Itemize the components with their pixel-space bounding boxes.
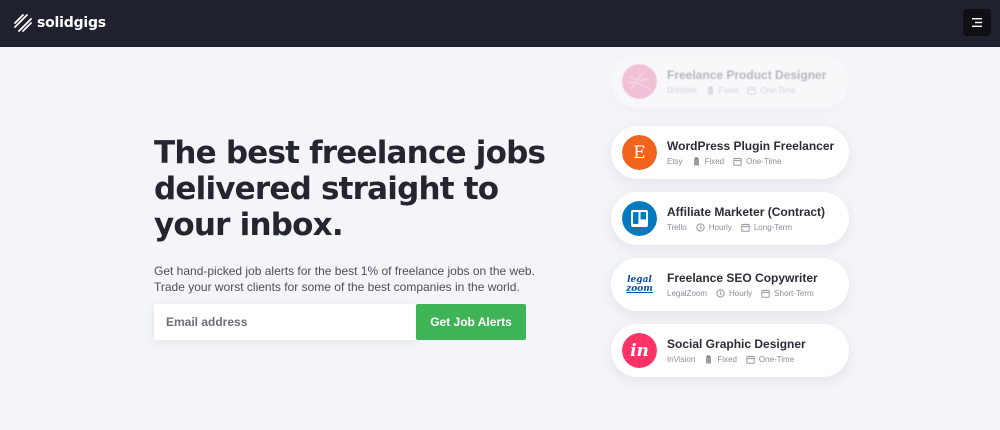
job-meta: InVision Fixed One-Time — [667, 355, 803, 364]
job-title: Affiliate Marketer (Contract) — [667, 205, 826, 219]
invision-logo-text: in — [622, 333, 657, 368]
job-company: Trello — [667, 223, 687, 232]
clock-icon — [716, 289, 725, 298]
brand-name: solidgigs — [37, 15, 106, 31]
job-duration: One-Time — [747, 86, 796, 95]
calendar-icon — [747, 86, 757, 95]
job-card-trello[interactable]: Affiliate Marketer (Contract) Trello Hourl… — [611, 192, 849, 245]
job-duration-label: One-Time — [760, 86, 796, 95]
calendar-icon — [761, 289, 770, 298]
legalzoom-logo-icon: legal zoom — [622, 267, 657, 302]
job-title: Social Graphic Designer — [667, 337, 806, 351]
job-duration-label: One-Time — [758, 355, 795, 364]
job-pay-label: Fixed — [717, 355, 737, 364]
job-card-invision[interactable]: in Social Graphic Designer InVision Fixed On… — [611, 324, 849, 377]
solidgigs-logo-icon — [14, 14, 32, 32]
calendar-icon — [741, 223, 750, 232]
job-title: Freelance Product Designer — [667, 68, 827, 82]
job-duration-label: Short-Term — [774, 289, 814, 298]
job-company: LegalZoom — [667, 289, 707, 298]
job-pay-label: Fixed — [704, 157, 725, 166]
job-company-label: Dribbble — [667, 86, 697, 95]
clock-icon — [696, 223, 705, 232]
job-duration: Short-Term — [761, 289, 814, 298]
job-meta: Trello Hourly Long-Term — [667, 223, 801, 232]
job-pay-type: Fixed — [704, 355, 737, 364]
job-pay-label: Fixed — [718, 86, 739, 95]
clipboard-icon — [707, 86, 713, 95]
job-company-label: InVision — [667, 355, 696, 364]
legalzoom-logo-text: legal zoom — [622, 267, 657, 302]
job-pay-label: Hourly — [729, 289, 753, 298]
hero-subtitle: Get hand-picked job alerts for the best … — [154, 264, 535, 294]
solidgigs-logo[interactable]: solidgigs — [14, 14, 106, 32]
job-meta: LegalZoom Hourly Short-Term — [667, 289, 823, 298]
job-duration-label: One-Time — [746, 157, 782, 166]
job-pay-type: Hourly — [716, 289, 752, 298]
job-duration: One-Time — [746, 355, 794, 364]
job-company: Dribbble — [667, 86, 697, 95]
job-duration-label: Long-Term — [753, 223, 793, 232]
job-company-label: Etsy — [667, 157, 683, 166]
job-pay-type: Fixed — [706, 86, 739, 95]
job-title: WordPress Plugin Freelancer — [667, 139, 835, 153]
get-job-alerts-button[interactable]: Get Job Alerts — [416, 304, 526, 340]
clipboard-icon — [706, 355, 712, 364]
job-title: Freelance SEO Copywriter — [667, 271, 818, 285]
clipboard-icon — [693, 157, 699, 166]
job-duration: Long-Term — [741, 223, 792, 232]
email-input[interactable] — [154, 304, 416, 340]
job-pay-type: Hourly — [696, 223, 732, 232]
job-card-dribbble[interactable]: Freelance Product Designer Dribbble Fixed O… — [611, 55, 849, 108]
dribbble-logo-icon — [622, 64, 657, 99]
job-company: Etsy — [667, 157, 683, 166]
hero-title: The best freelance jobs delivered straig… — [154, 135, 546, 243]
menu-button[interactable] — [963, 9, 991, 36]
etsy-logo-text: E — [622, 135, 657, 170]
job-pay-type: Fixed — [692, 157, 725, 166]
calendar-icon — [746, 355, 755, 364]
etsy-logo-icon: E — [622, 135, 657, 170]
job-card-legalzoom[interactable]: legal zoom Freelance SEO Copywriter LegalZo… — [611, 258, 849, 311]
job-company-label: LegalZoom — [667, 289, 708, 298]
invision-logo-icon: in — [622, 333, 657, 368]
job-meta: Dribbble Fixed One-Time — [667, 86, 805, 95]
job-duration: One-Time — [733, 157, 781, 166]
job-pay-label: Hourly — [708, 223, 732, 232]
top-nav-bar: solidgigs — [0, 0, 1000, 47]
job-meta: Etsy Fixed One-Time — [667, 157, 790, 166]
job-company: InVision — [667, 355, 695, 364]
trello-logo-icon — [622, 201, 657, 236]
job-card-etsy[interactable]: E WordPress Plugin Freelancer Etsy Fixed One… — [611, 126, 849, 179]
job-company-label: Trello — [667, 223, 687, 232]
hamburger-menu-icon — [972, 18, 982, 27]
calendar-icon — [733, 157, 742, 166]
